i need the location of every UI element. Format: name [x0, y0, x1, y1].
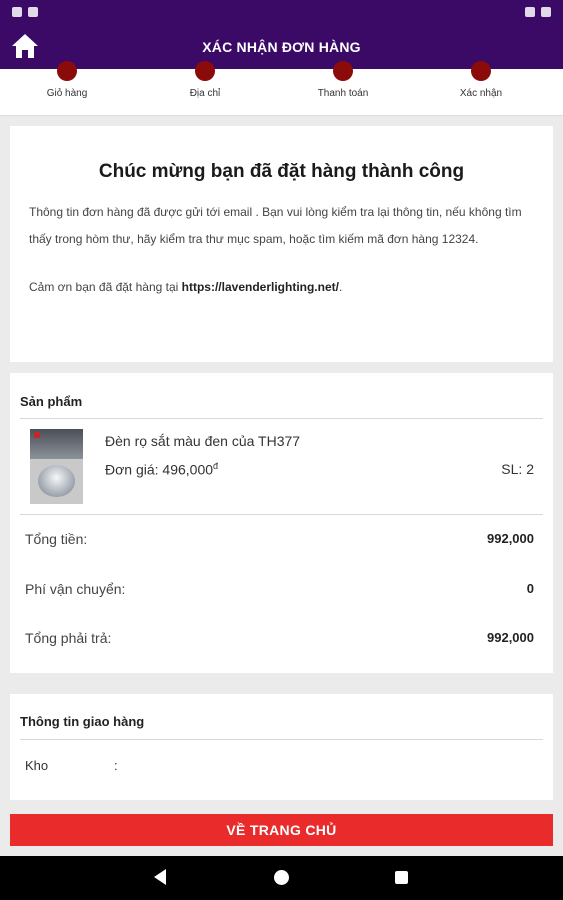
product-quantity: SL: 2 — [501, 461, 534, 477]
back-to-home-button[interactable]: VỀ TRANG CHỦ — [10, 814, 553, 846]
status-icon — [28, 7, 38, 17]
currency-symbol: đ — [213, 461, 219, 471]
thanks-prefix: Cảm ơn bạn đã đặt hàng tại — [29, 280, 182, 294]
summary-label: Tổng tiền: — [25, 531, 88, 547]
summary-row-subtotal: Tổng tiền: 992,000 — [20, 515, 543, 565]
shipping-label: Kho — [25, 758, 49, 773]
product-price: Đơn giá: 496,000đ — [105, 461, 218, 478]
shipping-heading: Thông tin giao hàng — [20, 694, 543, 740]
step-dot — [195, 61, 215, 81]
thanks-text: Cảm ơn bạn đã đặt hàng tại https://laven… — [29, 280, 534, 294]
battery-icon — [541, 7, 551, 17]
step-confirm: Xác nhận — [421, 61, 541, 99]
summary-value: 0 — [526, 580, 534, 596]
step-dot — [333, 61, 353, 81]
page-title: XÁC NHẬN ĐƠN HÀNG — [202, 38, 361, 55]
step-cart: Giỏ hàng — [7, 61, 127, 99]
step-label: Giỏ hàng — [46, 88, 88, 99]
system-nav-bar — [0, 856, 563, 900]
step-label: Thanh toán — [317, 88, 369, 99]
summary-label: Tổng phải trả: — [25, 630, 112, 646]
step-payment: Thanh toán — [283, 61, 403, 99]
wifi-icon — [525, 7, 535, 17]
success-heading: Chúc mừng bạn đã đặt hàng thành công — [98, 161, 465, 182]
website-link[interactable]: https://lavenderlighting.net/ — [182, 280, 339, 294]
step-dot — [57, 61, 77, 81]
thanks-suffix: . — [338, 280, 343, 294]
nav-back-icon[interactable] — [154, 869, 166, 885]
product-price-value: Đơn giá: 496,000 — [105, 461, 214, 478]
product-row: Đèn rọ sắt màu đen của TH377 Đơn giá: 49… — [20, 419, 543, 515]
summary-label: Phí vận chuyển: — [25, 580, 126, 597]
shipping-card: Thông tin giao hàng Kho : — [10, 694, 553, 800]
status-bar — [0, 0, 563, 24]
step-address: Địa chỉ — [145, 61, 265, 99]
product-card: Sản phẩm Đèn rọ sắt màu đen của TH377 Đơ… — [10, 373, 553, 673]
shipping-separator: : — [114, 758, 118, 773]
home-icon[interactable] — [10, 32, 40, 60]
order-stepper: Giỏ hàng Địa chỉ Thanh toán Xác nhận — [0, 61, 563, 116]
step-label: Địa chỉ — [189, 88, 221, 99]
step-label: Xác nhận — [459, 88, 503, 99]
nav-recent-icon[interactable] — [395, 871, 408, 884]
summary-row-total: Tổng phải trả: 992,000 — [20, 614, 543, 664]
summary-row-shipping: Phí vận chuyển: 0 — [20, 565, 543, 615]
status-icon — [12, 7, 22, 17]
product-image — [30, 429, 83, 504]
product-name: Đèn rọ sắt màu đen của TH377 — [105, 433, 301, 449]
nav-home-icon[interactable] — [274, 870, 289, 885]
success-message: Thông tin đơn hàng đã được gửi tới email… — [29, 205, 522, 246]
success-card: Chúc mừng bạn đã đặt hàng thành công Thô… — [10, 126, 553, 362]
summary-value: 992,000 — [487, 630, 534, 645]
summary-value: 992,000 — [487, 531, 534, 546]
shipping-row-warehouse: Kho : — [20, 740, 543, 790]
step-dot — [471, 61, 491, 81]
products-heading: Sản phẩm — [20, 373, 543, 419]
